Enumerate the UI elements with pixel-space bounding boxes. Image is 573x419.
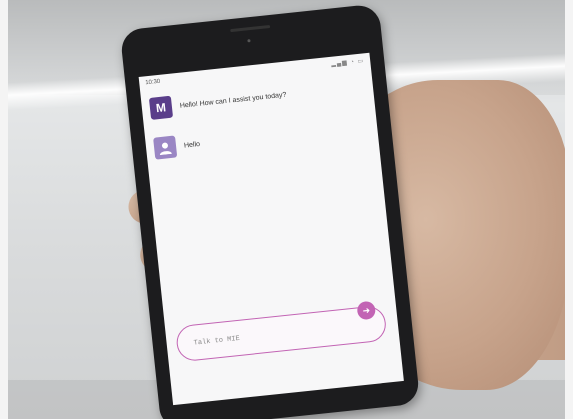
message-composer: ➜: [174, 300, 388, 363]
front-camera: [247, 39, 251, 43]
status-bar: 10:30 ▂▄▆ ◔ ▭: [139, 53, 371, 91]
bot-message: M Hello! How can I assist you today?: [148, 84, 288, 120]
photo-scene: 10:30 ▂▄▆ ◔ ▭ M Hello! How can I assist …: [0, 0, 573, 419]
smartphone: 10:30 ▂▄▆ ◔ ▭ M Hello! How can I assist …: [119, 3, 421, 419]
bot-avatar-icon: M: [148, 95, 174, 120]
user-message-text: Hello: [183, 140, 201, 150]
arrow-right-icon: ➜: [361, 304, 371, 316]
message-input[interactable]: [190, 319, 346, 352]
chat-screen: 10:30 ▂▄▆ ◔ ▭ M Hello! How can I assist …: [138, 52, 404, 406]
bot-message-text: Hello! How can I assist you today?: [179, 91, 287, 110]
send-button[interactable]: ➜: [356, 300, 377, 321]
right-border: [565, 0, 573, 419]
status-time: 10:30: [145, 78, 161, 87]
user-silhouette-icon: [159, 142, 172, 156]
user-message: Hello: [153, 133, 201, 160]
bot-avatar-letter: M: [155, 100, 167, 116]
status-icons: ▂▄▆ ◔ ▭: [330, 57, 365, 68]
user-icon: [153, 135, 178, 160]
left-border: [0, 0, 8, 419]
earpiece: [230, 24, 271, 33]
